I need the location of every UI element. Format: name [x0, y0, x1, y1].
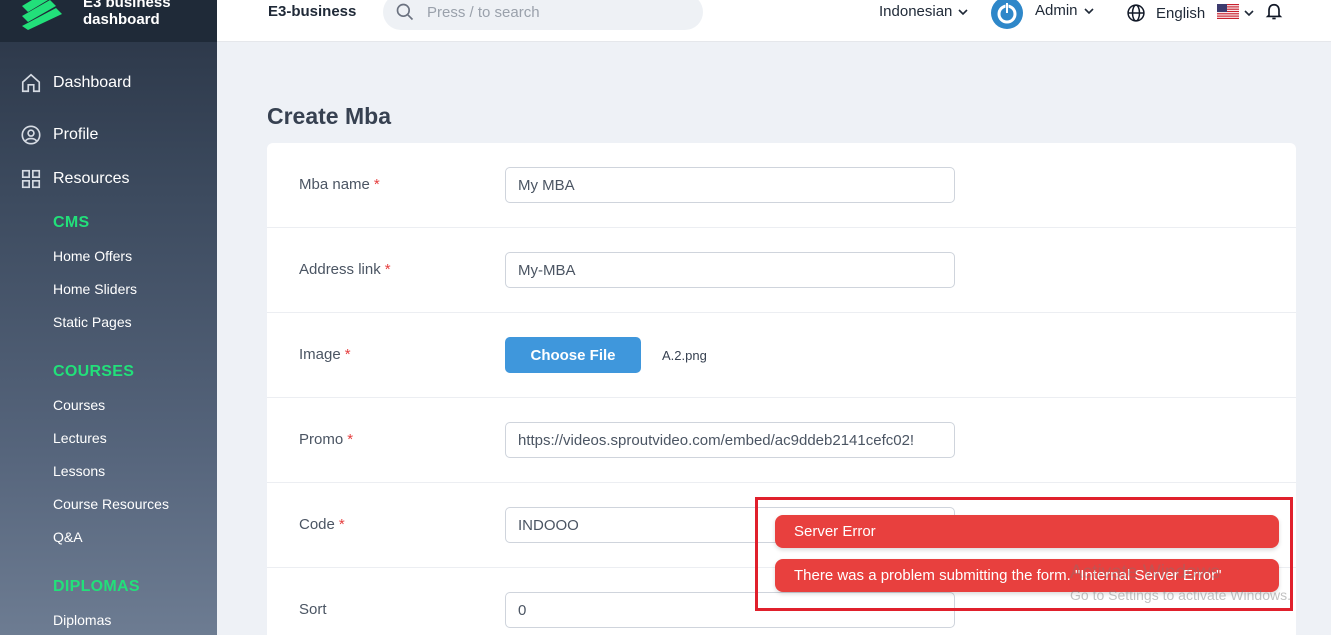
search-input[interactable]: Press / to search — [383, 0, 703, 30]
language-label: English — [1156, 4, 1206, 22]
brand-logo-icon — [22, 0, 62, 30]
grid-icon — [21, 169, 41, 189]
form-row-address-link: Address link * My-MBA — [267, 228, 1296, 313]
search-placeholder: Press / to search — [427, 3, 540, 21]
sidebar: E3 business dashboard Dashboard Profile … — [0, 0, 217, 635]
required-marker: * — [344, 346, 351, 363]
brand[interactable]: E3 business dashboard — [0, 0, 217, 42]
sidebar-item-label: Resources — [53, 170, 130, 187]
sidebar-item-label: Profile — [53, 126, 99, 143]
brand-title: E3 business dashboard — [83, 0, 171, 28]
power-icon[interactable] — [990, 0, 1024, 30]
chevron-down-icon[interactable] — [1244, 8, 1254, 18]
region-language-dropdown[interactable]: Indonesian — [879, 3, 968, 20]
form-row-mba-name: Mba name * My MBA — [267, 143, 1296, 228]
chevron-down-icon — [958, 8, 968, 15]
sidebar-item-home-sliders[interactable]: Home Sliders — [53, 281, 137, 297]
bell-icon[interactable] — [1264, 1, 1284, 21]
user-menu[interactable]: Admin — [1035, 2, 1094, 19]
sidebar-item-resources[interactable]: Resources — [20, 168, 129, 190]
page-title: Create Mba — [267, 103, 391, 129]
code-label-text: Code — [299, 516, 335, 533]
sidebar-item-label: Dashboard — [53, 74, 132, 91]
section-title-diplomas: DIPLOMAS — [53, 578, 140, 595]
sidebar-item-profile[interactable]: Profile — [20, 124, 98, 146]
sidebar-item-qa[interactable]: Q&A — [53, 529, 83, 545]
sidebar-item-home-offers[interactable]: Home Offers — [53, 248, 132, 264]
search-icon — [396, 3, 414, 21]
sidebar-item-static-pages[interactable]: Static Pages — [53, 314, 132, 330]
globe-icon — [1127, 4, 1145, 22]
sidebar-item-lectures[interactable]: Lectures — [53, 430, 107, 446]
form-row-promo: Promo * https://videos.sproutvideo.com/em… — [267, 398, 1296, 483]
mba-name-label-text: Mba name — [299, 176, 370, 193]
mba-name-input[interactable]: My MBA — [505, 167, 955, 203]
home-icon — [21, 73, 41, 93]
required-marker: * — [347, 431, 354, 448]
sort-label: Sort — [299, 601, 327, 618]
activate-windows-subtitle: Go to Settings to activate Windows. — [1070, 587, 1291, 603]
promo-label: Promo * — [299, 431, 353, 448]
sidebar-item-dashboard[interactable]: Dashboard — [20, 72, 131, 94]
activate-windows-title: Activate Windows — [1070, 562, 1220, 583]
address-link-input[interactable]: My-MBA — [505, 252, 955, 288]
required-marker: * — [338, 516, 345, 533]
selected-file-name: A.2.png — [662, 348, 707, 363]
brand-title-line2: dashboard — [83, 11, 160, 28]
image-label: Image * — [299, 346, 351, 363]
promo-input[interactable]: https://videos.sproutvideo.com/embed/ac9… — [505, 422, 955, 458]
user-circle-icon — [21, 125, 41, 145]
promo-label-text: Promo — [299, 431, 344, 448]
section-title-cms: CMS — [53, 214, 90, 231]
choose-file-button[interactable]: Choose File — [505, 337, 641, 373]
sidebar-item-courses[interactable]: Courses — [53, 397, 105, 413]
section-title-courses: COURSES — [53, 363, 135, 380]
sidebar-item-lessons[interactable]: Lessons — [53, 463, 105, 479]
image-label-text: Image — [299, 346, 341, 363]
app-name: E3-business — [268, 3, 357, 20]
code-label: Code * — [299, 516, 345, 533]
sidebar-item-course-resources[interactable]: Course Resources — [53, 496, 169, 512]
required-marker: * — [373, 176, 380, 193]
brand-title-line1: E3 business — [83, 0, 171, 11]
address-link-label: Address link * — [299, 261, 391, 278]
us-flag-icon[interactable] — [1217, 4, 1239, 19]
top-header: E3-business Press / to search Indonesian… — [217, 0, 1331, 42]
toast-server-error[interactable]: Server Error — [775, 515, 1279, 548]
form-row-image: Image * Choose File A.2.png — [267, 313, 1296, 398]
chevron-down-icon — [1083, 7, 1094, 14]
language-dropdown[interactable]: English — [1126, 3, 1205, 23]
address-link-label-text: Address link — [299, 261, 381, 278]
required-marker: * — [384, 261, 391, 278]
mba-name-label: Mba name * — [299, 176, 380, 193]
region-language-label: Indonesian — [879, 3, 953, 20]
user-name: Admin — [1035, 2, 1078, 19]
sidebar-item-diplomas[interactable]: Diplomas — [53, 612, 111, 628]
